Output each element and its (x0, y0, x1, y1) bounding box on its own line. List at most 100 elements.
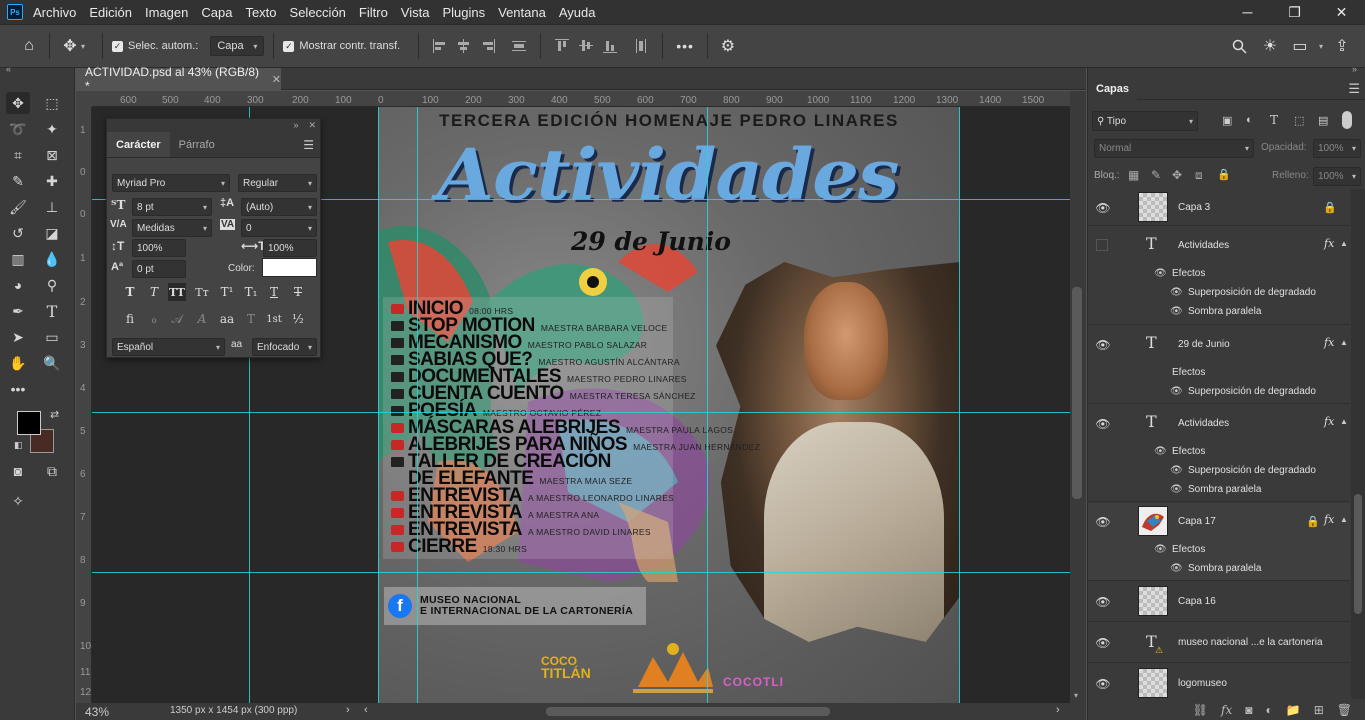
panel-menu-icon[interactable]: ☰ (303, 138, 314, 152)
artboard[interactable]: TERCERA EDICIÓN HOMENAJE PEDRO LINARES A… (378, 107, 960, 703)
guide-line[interactable] (92, 572, 1070, 573)
eraser-tool-icon[interactable]: ◪ (40, 222, 64, 244)
eye-visibility-icon[interactable]: 👁 (1095, 677, 1110, 691)
fill-field[interactable]: 100% ▾ (1313, 167, 1361, 186)
horizontal-scrollbar-thumb[interactable] (546, 707, 830, 716)
path-selection-tool-icon[interactable]: ➤ (6, 326, 30, 348)
menu-ayuda[interactable]: Ayuda (559, 5, 596, 20)
lock-artboard-icon[interactable]: ⧈ (1195, 168, 1203, 183)
filter-pixel-icon[interactable]: ▣ (1222, 114, 1232, 127)
language-dropdown[interactable]: Español ▾ (112, 338, 225, 356)
filter-type-icon[interactable]: T (1270, 113, 1278, 127)
eye-visibility-icon[interactable]: 👁 (1154, 446, 1167, 457)
stylistic-alternates-button[interactable]: A (193, 310, 211, 328)
quick-mask-icon[interactable]: ◙ (6, 460, 30, 482)
magic-wand-tool-icon[interactable]: ✦ (40, 118, 64, 140)
lock-pixels-icon[interactable]: ✎ (1151, 168, 1161, 182)
chevron-up-icon[interactable]: ▲ (1340, 338, 1348, 347)
add-style-icon[interactable]: fx (1221, 703, 1232, 717)
align-distribute-icon[interactable] (512, 39, 527, 53)
crop-tool-icon[interactable]: ⌗ (6, 144, 30, 166)
eye-visibility-icon[interactable]: 👁 (1095, 201, 1110, 215)
close-icon[interactable]: ✕ (308, 120, 316, 131)
pen-tool-icon[interactable]: ✒ (6, 300, 30, 322)
gear-icon[interactable]: ⚙ (717, 35, 739, 57)
layer-filter-dropdown[interactable]: ⚲ Tipo ▾ (1092, 111, 1198, 131)
menu-vista[interactable]: Vista (401, 5, 430, 20)
show-transform-checkbox[interactable]: ✓ Mostrar contr. transf. (283, 40, 400, 52)
underline-button[interactable]: T (265, 283, 283, 301)
horizontal-ruler[interactable]: 600 500 400 300 200 100 0 100 200 300 40… (92, 91, 1072, 107)
default-colors-icon[interactable]: ◧ (14, 440, 23, 451)
minimize-icon[interactable]: ─ (1224, 0, 1271, 24)
leading-field[interactable]: (Auto) ▾ (241, 198, 317, 216)
eye-visibility-icon[interactable]: 👁 (1095, 636, 1110, 650)
menu-imagen[interactable]: Imagen (145, 5, 188, 20)
marquee-tool-icon[interactable]: ⬚ (40, 92, 64, 114)
menu-filtro[interactable]: Filtro (359, 5, 388, 20)
eye-visibility-icon[interactable]: 👁 (1170, 306, 1183, 317)
healing-brush-tool-icon[interactable]: ✚ (40, 170, 64, 192)
hand-tool-icon[interactable]: ✋ (6, 352, 30, 374)
move-tool-icon[interactable]: ✥ (59, 35, 81, 57)
align-top-edges-icon[interactable] (555, 39, 570, 53)
kerning-dropdown[interactable]: Medidas ▾ (132, 219, 212, 237)
old-style-button[interactable]: ℴ (145, 310, 163, 328)
lasso-tool-icon[interactable]: ➰ (6, 118, 30, 140)
fx-icon[interactable]: fx (1324, 513, 1334, 526)
layer-item[interactable]: 👁 T Actividades fx ▲ 👁 Efectos 👁 Superpo… (1088, 405, 1350, 502)
vertical-scale-field[interactable]: 100% (132, 239, 186, 257)
scrollbar-thumb[interactable] (1072, 287, 1082, 499)
panel-menu-icon[interactable]: ☰ (1348, 81, 1360, 97)
collapse-panel-icon[interactable]: » (293, 120, 298, 130)
layer-item[interactable]: 👁 Capa 3 🔒 (1088, 189, 1350, 226)
search-icon[interactable] (1229, 35, 1251, 57)
share-icon[interactable]: ⇪ (1331, 35, 1353, 57)
rectangle-tool-icon[interactable]: ▭ (40, 326, 64, 348)
titling-alternates-button[interactable]: aa (218, 310, 236, 328)
eye-visibility-icon[interactable]: 👁 (1170, 287, 1183, 298)
workspace-icon[interactable]: ▭ (1289, 35, 1311, 57)
align-right-edges-icon[interactable] (481, 39, 496, 53)
antialias-dropdown[interactable]: Enfocado ▾ (252, 338, 317, 356)
tracking-dropdown[interactable]: 0 ▾ (241, 219, 317, 237)
generative-icon[interactable]: ✧ (6, 490, 30, 512)
eye-visibility-icon[interactable]: 👁 (1154, 268, 1167, 279)
auto-select-checkbox[interactable]: ✓ Selec. autom.: (112, 40, 198, 52)
align-vertical-centers-icon[interactable] (579, 39, 594, 53)
strikethrough-button[interactable]: T (289, 283, 307, 301)
chevron-up-icon[interactable]: ▲ (1340, 417, 1348, 426)
layer-item[interactable]: 👁 Capa 17 🔒 fx ▲ 👁 Efectos 👁 Sombra para… (1088, 503, 1350, 581)
menu-ventana[interactable]: Ventana (498, 5, 546, 20)
chevron-down-icon[interactable]: ▾ (81, 42, 85, 51)
type-tool-icon[interactable]: T (40, 300, 64, 322)
more-options-icon[interactable]: ••• (676, 38, 694, 54)
filter-toggle[interactable] (1342, 111, 1352, 129)
scroll-down-icon[interactable]: ▾ (1074, 691, 1078, 700)
font-size-field[interactable]: 8 pt ▾ (132, 198, 212, 216)
baseline-shift-field[interactable]: 0 pt (132, 260, 186, 278)
lock-all-icon[interactable]: 🔒 (1217, 168, 1231, 181)
dodge-tool-icon[interactable]: ◕ (6, 274, 30, 296)
layer-item[interactable]: T Actividades fx ▲ 👁 Efectos 👁 Superposi… (1088, 227, 1350, 325)
opacity-field[interactable]: 100% ▾ (1313, 139, 1361, 158)
layer-item[interactable]: 👁 T 29 de Junio fx ▲ Efectos 👁 Superposi… (1088, 326, 1350, 404)
ligatures-button[interactable]: ﬁ (121, 310, 139, 328)
eye-visibility-icon[interactable]: 👁 (1170, 465, 1183, 476)
menu-texto[interactable]: Texto (245, 5, 276, 20)
close-icon[interactable]: ✕ (1318, 0, 1365, 24)
chevron-up-icon[interactable]: ▲ (1340, 515, 1348, 524)
collapse-panel-icon[interactable]: « (6, 64, 11, 74)
swash-button[interactable]: 𝒜 (168, 310, 186, 328)
eye-visibility-icon[interactable]: 👁 (1095, 595, 1110, 609)
layer-item[interactable]: 👁 T ⚠ museo nacional ...e la cartoneria (1088, 623, 1350, 663)
link-layers-icon[interactable]: ⛓ (1193, 703, 1208, 717)
align-horizontal-centers-icon[interactable] (457, 39, 471, 53)
eye-visibility-icon[interactable]: 👁 (1170, 484, 1183, 495)
fx-icon[interactable]: fx (1324, 415, 1334, 428)
font-style-dropdown[interactable]: Regular ▾ (238, 174, 317, 192)
fractions-button[interactable]: ½ (289, 310, 307, 328)
lightbulb-icon[interactable]: ☀ (1259, 35, 1281, 57)
trash-icon[interactable]: 🗑 (1337, 703, 1352, 717)
guide-line[interactable] (959, 107, 960, 703)
